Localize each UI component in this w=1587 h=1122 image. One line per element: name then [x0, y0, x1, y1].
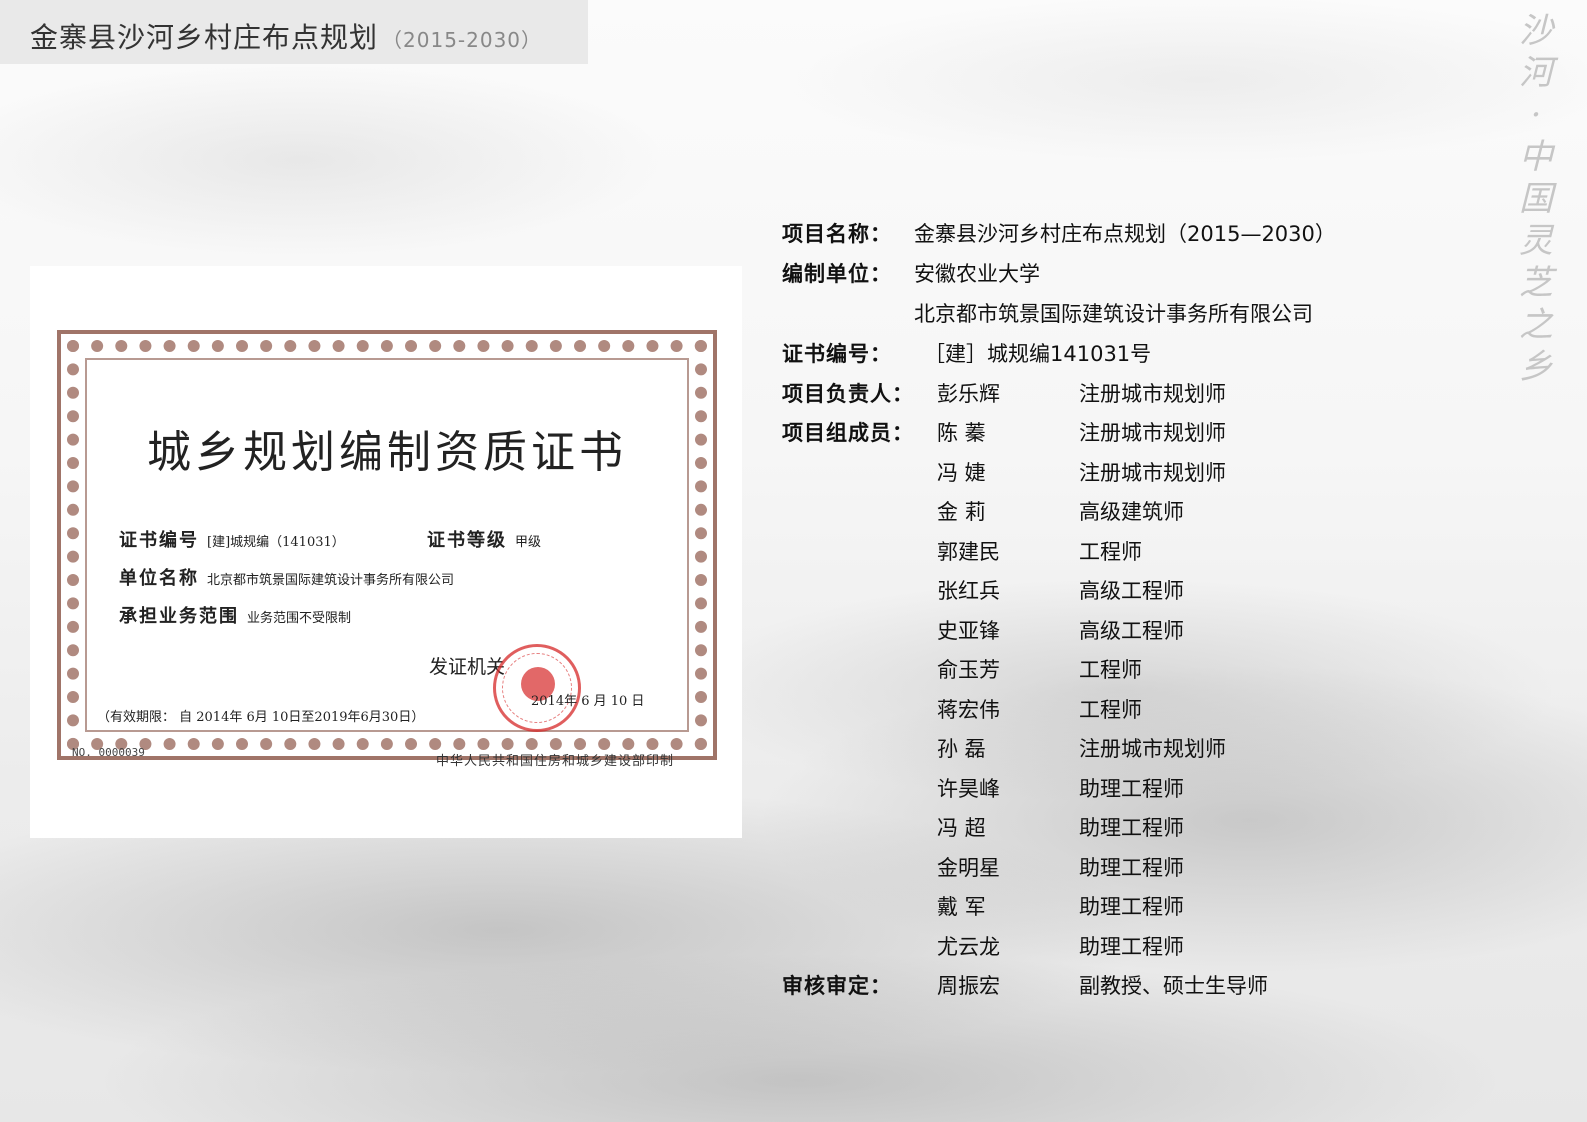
- member-title: 助理工程师: [1079, 816, 1184, 840]
- certificate-grade-label: 证书等级: [427, 530, 507, 551]
- certificate-scope-value: 业务范围不受限制: [247, 611, 352, 626]
- member-name: 尤云龙: [937, 935, 1000, 959]
- member-name: 戴 军: [937, 895, 986, 919]
- reviewer-title: 副教授、硕士生导师: [1079, 974, 1268, 998]
- member-name: 蒋宏伟: [937, 698, 1000, 722]
- reviewer-name: 周振宏: [937, 974, 1000, 998]
- certificate-grade-value: 甲级: [515, 535, 542, 550]
- page-title-years: （2015-2030）: [382, 28, 543, 52]
- member-title: 高级建筑师: [1079, 500, 1184, 524]
- member-name: 孙 磊: [937, 737, 986, 761]
- member-name: 张红兵: [937, 579, 1000, 603]
- cert-number-label: 证书编号：: [782, 342, 892, 366]
- org-label: 编制单位：: [782, 262, 892, 286]
- member-title: 注册城市规划师: [1079, 421, 1226, 445]
- certificate-number-value: [建]城规编（141031）: [207, 535, 345, 550]
- leader-label: 项目负责人：: [782, 382, 914, 406]
- leader-title: 注册城市规划师: [1079, 382, 1226, 406]
- brand-char: 中: [1519, 137, 1553, 177]
- brand-char: 沙: [1519, 11, 1553, 51]
- member-name: 许昊峰: [937, 777, 1000, 801]
- page-title-main: 金寨县沙河乡村庄布点规划: [30, 21, 379, 54]
- cert-number-value: ［建］城规编141031号: [924, 342, 1152, 366]
- brand-char: 国: [1519, 179, 1553, 219]
- member-title: 助理工程师: [1079, 895, 1184, 919]
- brand-char: 乡: [1519, 347, 1553, 387]
- certificate-scope-field: 承担业务范围 业务范围不受限制: [119, 602, 351, 628]
- certificate-title: 城乡规划编制资质证书: [147, 427, 627, 478]
- member-name: 俞玉芳: [937, 658, 1000, 682]
- brand-char: ·: [1530, 95, 1542, 135]
- member-name: 陈 蓁: [937, 421, 986, 445]
- brand-char: 芝: [1519, 263, 1553, 303]
- member-name: 金明星: [937, 856, 1000, 880]
- member-title: 高级工程师: [1079, 619, 1184, 643]
- leader-name: 彭乐辉: [937, 382, 1000, 406]
- member-title: 助理工程师: [1079, 856, 1184, 880]
- certificate-issuer-label: 发证机关: [429, 656, 506, 678]
- brand-char: 河: [1519, 53, 1553, 93]
- page-header: 金寨县沙河乡村庄布点规划 （2015-2030）: [0, 0, 588, 64]
- official-seal-icon: [493, 644, 581, 732]
- org-value: 安徽农业大学: [914, 262, 1040, 286]
- certificate-unit-label: 单位名称: [119, 568, 199, 589]
- certificate-grade-field: 证书等级 甲级: [427, 526, 541, 552]
- member-title: 助理工程师: [1079, 935, 1184, 959]
- certificate-unit-field: 单位名称 北京都市筑景国际建筑设计事务所有限公司: [119, 564, 454, 590]
- org-value: 北京都市筑景国际建筑设计事务所有限公司: [914, 302, 1313, 326]
- brand-char: 之: [1519, 305, 1553, 345]
- certificate-printer: 中华人民共和国住房和城乡建设部印制: [436, 754, 675, 769]
- member-name: 史亚锋: [937, 619, 1000, 643]
- member-title: 高级工程师: [1079, 579, 1184, 603]
- page-title: 金寨县沙河乡村庄布点规划 （2015-2030）: [30, 16, 542, 56]
- certificate-scope-label: 承担业务范围: [119, 606, 239, 627]
- member-title: 注册城市规划师: [1079, 737, 1226, 761]
- member-name: 冯 婕: [937, 461, 986, 485]
- member-name: 金 莉: [937, 500, 986, 524]
- vertical-brand-text: 沙 河 · 中 国 灵 芝 之 乡: [1516, 10, 1556, 388]
- member-name: 冯 超: [937, 816, 986, 840]
- project-name-label: 项目名称：: [782, 222, 892, 246]
- member-title: 工程师: [1079, 698, 1142, 722]
- certificate-unit-value: 北京都市筑景国际建筑设计事务所有限公司: [207, 573, 455, 588]
- certificate-number-label: 证书编号: [119, 530, 199, 551]
- member-name: 郭建民: [937, 540, 1000, 564]
- certificate-validity: （有效期限： 自 2014年 6月 10日至2019年6月30日）: [97, 710, 425, 725]
- certificate: 城乡规划编制资质证书 证书编号 [建]城规编（141031） 证书等级 甲级 单位名…: [57, 330, 717, 760]
- member-title: 工程师: [1079, 540, 1142, 564]
- certificate-serial-number: NO. 0000039: [72, 746, 145, 759]
- certificate-issue-date: 2014年 6 月 10 日: [531, 694, 645, 709]
- member-title: 助理工程师: [1079, 777, 1184, 801]
- reviewer-label: 审核审定：: [782, 974, 892, 998]
- member-title: 工程师: [1079, 658, 1142, 682]
- members-label: 项目组成员：: [782, 421, 914, 445]
- brand-char: 灵: [1519, 221, 1553, 261]
- certificate-number-field: 证书编号 [建]城规编（141031）: [119, 526, 345, 552]
- member-title: 注册城市规划师: [1079, 461, 1226, 485]
- project-name-value: 金寨县沙河乡村庄布点规划（2015—2030）: [914, 222, 1336, 246]
